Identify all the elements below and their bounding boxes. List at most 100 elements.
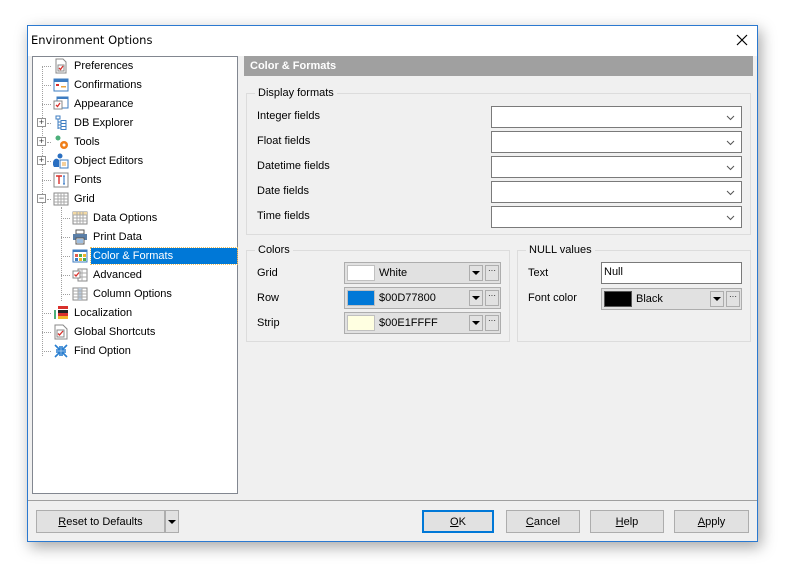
tree-line xyxy=(42,180,51,181)
tree-item-column-options[interactable]: Column Options xyxy=(33,285,237,303)
dropdown-arrow-icon xyxy=(472,321,480,325)
dropdown-arrow-icon xyxy=(472,271,480,275)
null-text-input[interactable]: Null xyxy=(601,262,742,284)
mnemonic: H xyxy=(615,515,624,528)
color-dropdown-button[interactable] xyxy=(469,315,483,331)
integer-fields-label: Integer fields xyxy=(257,110,320,122)
apply-button[interactable]: Apply xyxy=(674,510,749,533)
float-fields-combo[interactable] xyxy=(491,131,742,153)
title-bar: Environment Options xyxy=(28,26,757,56)
help-button[interactable]: Help xyxy=(590,510,664,533)
cancel-button[interactable]: Cancel xyxy=(506,510,580,533)
column-options-icon xyxy=(72,286,88,302)
appearance-icon xyxy=(53,96,69,112)
advanced-icon xyxy=(72,267,88,283)
float-fields-label: Float fields xyxy=(257,135,311,147)
chevron-down-icon xyxy=(726,115,735,121)
chevron-down-icon xyxy=(726,165,735,171)
expand-button[interactable]: + xyxy=(37,118,46,127)
tree-item-data-options[interactable]: Data Options xyxy=(33,209,237,227)
display-formats-title: Display formats xyxy=(255,87,337,99)
reset-to-defaults-button[interactable]: Reset to Defaults xyxy=(36,510,165,533)
color-more-button[interactable]: ··· xyxy=(485,315,499,331)
color-more-button[interactable]: ··· xyxy=(485,290,499,306)
tree-item-fonts[interactable]: Fonts xyxy=(33,171,237,189)
tree-item-label: Appearance xyxy=(74,98,134,110)
row-color-label: Row xyxy=(257,292,280,304)
color-more-button[interactable]: ··· xyxy=(726,291,740,307)
tree-item-label: Object Editors xyxy=(74,155,144,167)
color-swatch xyxy=(347,315,375,331)
color-value: $00D77800 xyxy=(379,292,436,304)
expand-button[interactable]: + xyxy=(37,156,46,165)
grid-icon xyxy=(53,191,69,207)
tree-item-label: Find Option xyxy=(74,345,131,357)
tree-item-tools[interactable]: + Tools xyxy=(33,133,237,151)
date-fields-combo[interactable] xyxy=(491,181,742,203)
tree-item-find-option[interactable]: Find Option xyxy=(33,342,237,360)
button-label: eset to Defaults xyxy=(66,515,143,528)
tree-line xyxy=(61,218,70,219)
integer-fields-combo[interactable] xyxy=(491,106,742,128)
color-value: Black xyxy=(636,293,663,305)
strip-color-label: Strip xyxy=(257,317,280,329)
tree-item-print-data[interactable]: Print Data xyxy=(33,228,237,246)
tree-item-appearance[interactable]: Appearance xyxy=(33,95,237,113)
datetime-fields-combo[interactable] xyxy=(491,156,742,178)
null-text-label: Text xyxy=(528,267,549,279)
color-value: White xyxy=(379,267,408,279)
button-label: pply xyxy=(705,515,726,528)
chevron-down-icon xyxy=(726,215,735,221)
tree-item-preferences[interactable]: Preferences xyxy=(33,57,237,75)
font-color-picker[interactable]: Black ··· xyxy=(601,288,742,310)
tree-line xyxy=(42,313,51,314)
chevron-down-icon xyxy=(726,140,735,146)
color-more-button[interactable]: ··· xyxy=(485,265,499,281)
tree-item-label: Color & Formats xyxy=(90,247,238,265)
tree-item-object-editors[interactable]: + Object Editors xyxy=(33,152,237,170)
tree-item-label: Data Options xyxy=(93,212,158,224)
color-dropdown-button[interactable] xyxy=(469,265,483,281)
mnemonic: O xyxy=(450,515,459,528)
tree-line xyxy=(47,123,51,124)
null-values-group: NULL values Text Null Font color Black ·… xyxy=(517,244,751,342)
tree-item-advanced[interactable]: Advanced xyxy=(33,266,237,284)
tree-item-label: Grid xyxy=(74,193,95,205)
close-button[interactable] xyxy=(727,26,757,54)
preferences-icon xyxy=(53,58,69,74)
tree-line xyxy=(42,351,51,352)
strip-color-picker[interactable]: $00E1FFFF ··· xyxy=(344,312,501,334)
tree-item-grid[interactable]: − Grid xyxy=(33,190,237,208)
datetime-fields-label: Datetime fields xyxy=(257,160,330,172)
tree-item-global-shortcuts[interactable]: Global Shortcuts xyxy=(33,323,237,341)
tree-item-color-formats[interactable]: Color & Formats xyxy=(33,247,238,265)
options-tree[interactable]: Preferences Confirmations Appearance + D… xyxy=(32,56,238,494)
font-color-label: Font color xyxy=(528,292,577,304)
row-color-picker[interactable]: $00D77800 ··· xyxy=(344,287,501,309)
tree-item-localization[interactable]: Localization xyxy=(33,304,237,322)
tree-item-confirmations[interactable]: Confirmations xyxy=(33,76,237,94)
dropdown-arrow-icon xyxy=(713,297,721,301)
expand-button[interactable]: + xyxy=(37,137,46,146)
environment-options-dialog: Environment Options Preferences Confirma… xyxy=(27,25,758,542)
button-label: elp xyxy=(623,515,639,528)
close-icon xyxy=(736,34,748,46)
mnemonic: R xyxy=(58,515,67,528)
footer-separator xyxy=(28,500,757,501)
color-value: $00E1FFFF xyxy=(379,317,438,329)
global-shortcuts-icon xyxy=(53,324,69,340)
tree-line xyxy=(42,66,51,67)
tree-item-db-explorer[interactable]: + DB Explorer xyxy=(33,114,237,132)
ok-button[interactable]: OK xyxy=(422,510,494,533)
collapse-button[interactable]: − xyxy=(37,194,46,203)
grid-color-picker[interactable]: White ··· xyxy=(344,262,501,284)
color-swatch xyxy=(604,291,632,307)
color-dropdown-button[interactable] xyxy=(469,290,483,306)
reset-dropdown-button[interactable] xyxy=(165,510,179,533)
color-dropdown-button[interactable] xyxy=(710,291,724,307)
tree-item-label: Localization xyxy=(74,307,133,319)
tree-line xyxy=(42,104,51,105)
time-fields-combo[interactable] xyxy=(491,206,742,228)
tree-item-label: Tools xyxy=(74,136,100,148)
tree-line xyxy=(47,199,51,200)
